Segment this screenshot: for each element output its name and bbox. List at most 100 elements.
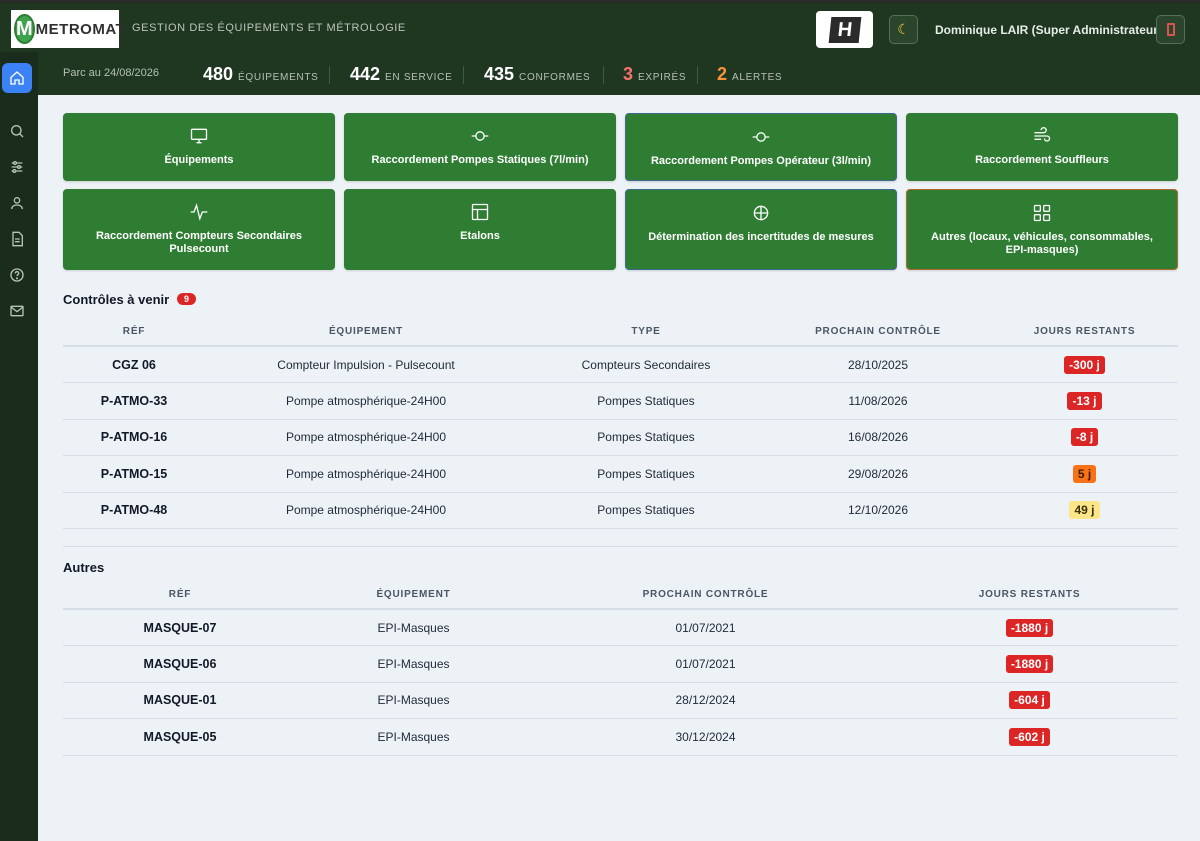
- cell-equipment: EPI-Masques: [297, 682, 530, 719]
- tile-souffleurs[interactable]: Raccordement Souffleurs: [906, 113, 1178, 181]
- top-header: M METROMAT GESTION DES ÉQUIPEMENTS ET MÉ…: [0, 0, 1200, 52]
- sidebar-item-settings[interactable]: [2, 152, 32, 182]
- sidebar-item-search[interactable]: [2, 116, 32, 146]
- cell-ref: P-ATMO-33: [63, 382, 205, 420]
- cell-equipment: EPI-Masques: [297, 609, 530, 646]
- sidebar-item-help[interactable]: [2, 260, 32, 290]
- cell-type: Pompes Statiques: [527, 419, 765, 456]
- column-header[interactable]: JOURS RESTANTS: [881, 581, 1178, 610]
- logout-button[interactable]: [1156, 15, 1185, 44]
- cell-equipment: Pompe atmosphérique-24H00: [205, 419, 527, 456]
- sliders-icon: [11, 161, 23, 173]
- table-row[interactable]: P-ATMO-15 Pompe atmosphérique-24H00 Pomp…: [63, 455, 1178, 493]
- column-header[interactable]: RÉF: [63, 318, 205, 347]
- badge-letter: H: [828, 16, 861, 43]
- parc-date: Parc au 24/08/2026: [63, 67, 160, 79]
- cell-date: 11/08/2026: [765, 382, 991, 420]
- home-icon: [10, 71, 24, 85]
- cell-equipment: EPI-Masques: [297, 645, 530, 683]
- days-badge: -300 j: [1064, 355, 1105, 374]
- grid-icon: [1033, 204, 1051, 222]
- tile-label: Équipements: [164, 154, 234, 166]
- table-row[interactable]: MASQUE-07 EPI-Masques 01/07/2021 -1880 j: [63, 609, 1178, 646]
- stat-label: ÉQUIPEMENTS: [238, 72, 319, 83]
- tile-label: Raccordement Pompes Opérateur (3l/min): [650, 155, 872, 167]
- cell-days: -604 j: [881, 682, 1178, 719]
- stat-expires: 3 EXPIRÉS: [623, 64, 686, 85]
- cell-ref: MASQUE-06: [63, 645, 297, 683]
- cell-ref: P-ATMO-16: [63, 419, 205, 456]
- stat-label: EXPIRÉS: [638, 72, 687, 83]
- column-header[interactable]: RÉF: [63, 581, 297, 610]
- sidebar-item-home[interactable]: [2, 63, 32, 93]
- stat-value: 2: [717, 64, 728, 84]
- organization-badge[interactable]: H: [816, 11, 873, 48]
- search-icon: [11, 125, 24, 138]
- tile-label: Autres (locaux, véhicules, consommables,…: [931, 231, 1153, 256]
- column-header[interactable]: JOURS RESTANTS: [991, 318, 1178, 347]
- tile-autres[interactable]: Autres (locaux, véhicules, consommables,…: [906, 189, 1178, 270]
- column-header[interactable]: PROCHAIN CONTRÔLE: [530, 581, 881, 610]
- tile-etalons[interactable]: Etalons: [344, 189, 616, 270]
- tile-equipements[interactable]: Équipements: [63, 113, 335, 181]
- stats-bar: Parc au 24/08/2026 480 ÉQUIPEMENTS 442 E…: [38, 52, 1200, 95]
- cell-equipment: Pompe atmosphérique-24H00: [205, 492, 527, 529]
- pulse-icon: [190, 203, 208, 221]
- cell-ref: CGZ 06: [63, 346, 205, 383]
- count-badge: 9: [177, 293, 196, 305]
- days-badge: -602 j: [1009, 727, 1050, 746]
- table-row[interactable]: P-ATMO-33 Pompe atmosphérique-24H00 Pomp…: [63, 382, 1178, 420]
- cell-ref: P-ATMO-15: [63, 455, 205, 493]
- cell-days: -8 j: [991, 419, 1178, 456]
- table-row[interactable]: P-ATMO-48 Pompe atmosphérique-24H00 Pomp…: [63, 492, 1178, 529]
- divider: [697, 66, 698, 84]
- column-header[interactable]: ÉQUIPEMENT: [297, 581, 530, 610]
- stat-label: EN SERVICE: [385, 72, 453, 83]
- table-row[interactable]: CGZ 06 Compteur Impulsion - Pulsecount C…: [63, 346, 1178, 383]
- days-badge: -1880 j: [1005, 618, 1054, 637]
- days-badge: -13 j: [1067, 391, 1102, 410]
- cell-type: Pompes Statiques: [527, 455, 765, 493]
- app-logo[interactable]: M METROMAT: [11, 10, 125, 48]
- sidebar-item-mail[interactable]: [2, 296, 32, 326]
- wind-icon: [1034, 127, 1051, 142]
- user-name: Dominique LAIR (Super Administrateur): [935, 23, 1162, 37]
- table-row[interactable]: P-ATMO-16 Pompe atmosphérique-24H00 Pomp…: [63, 419, 1178, 456]
- section-title-others: Autres: [63, 560, 105, 575]
- tile-label: Raccordement Compteurs Secondaires Pulse…: [95, 230, 302, 255]
- days-badge: 49 j: [1069, 501, 1100, 520]
- tile-pompes-operateur[interactable]: Raccordement Pompes Opérateur (3l/min): [625, 113, 897, 181]
- monitor-icon: [190, 128, 208, 144]
- table-row[interactable]: MASQUE-01 EPI-Masques 28/12/2024 -604 j: [63, 682, 1178, 719]
- tile-incertitudes[interactable]: Détermination des incertitudes de mesure…: [625, 189, 897, 270]
- cell-date: 16/08/2026: [765, 419, 991, 456]
- cell-date: 01/07/2021: [530, 609, 881, 646]
- table-row[interactable]: MASQUE-05 EPI-Masques 30/12/2024 -602 j: [63, 718, 1178, 756]
- cell-date: 28/10/2025: [765, 346, 991, 383]
- stat-value: 442: [350, 64, 381, 84]
- cell-equipment: EPI-Masques: [297, 718, 530, 756]
- column-header[interactable]: ÉQUIPEMENT: [205, 318, 527, 347]
- tile-label: Raccordement Souffleurs: [975, 154, 1109, 166]
- cell-date: 01/07/2021: [530, 645, 881, 683]
- cell-days: 5 j: [991, 455, 1178, 493]
- cell-type: Pompes Statiques: [527, 492, 765, 529]
- stat-value: 3: [623, 64, 634, 84]
- tile-pompes-statiques[interactable]: Raccordement Pompes Statiques (7l/min): [344, 113, 616, 181]
- pump-icon: [752, 132, 770, 142]
- table-header-row: RÉF ÉQUIPEMENT TYPE PROCHAIN CONTRÔLE JO…: [63, 318, 1178, 347]
- help-icon: [10, 268, 24, 282]
- dark-mode-toggle[interactable]: ☾: [889, 15, 918, 44]
- logo-mark: M: [14, 14, 35, 44]
- cell-days: -1880 j: [881, 645, 1178, 683]
- stat-equipements: 480 ÉQUIPEMENTS: [203, 64, 319, 85]
- tile-compteurs-secondaires[interactable]: Raccordement Compteurs Secondaires Pulse…: [63, 189, 335, 270]
- cell-days: -602 j: [881, 718, 1178, 756]
- stat-label: CONFORMES: [519, 72, 591, 83]
- sidebar-item-documents[interactable]: [2, 224, 32, 254]
- divider: [329, 66, 330, 84]
- sidebar-item-users[interactable]: [2, 188, 32, 218]
- column-header[interactable]: PROCHAIN CONTRÔLE: [765, 318, 991, 347]
- table-row[interactable]: MASQUE-06 EPI-Masques 01/07/2021 -1880 j: [63, 645, 1178, 683]
- column-header[interactable]: TYPE: [527, 318, 765, 347]
